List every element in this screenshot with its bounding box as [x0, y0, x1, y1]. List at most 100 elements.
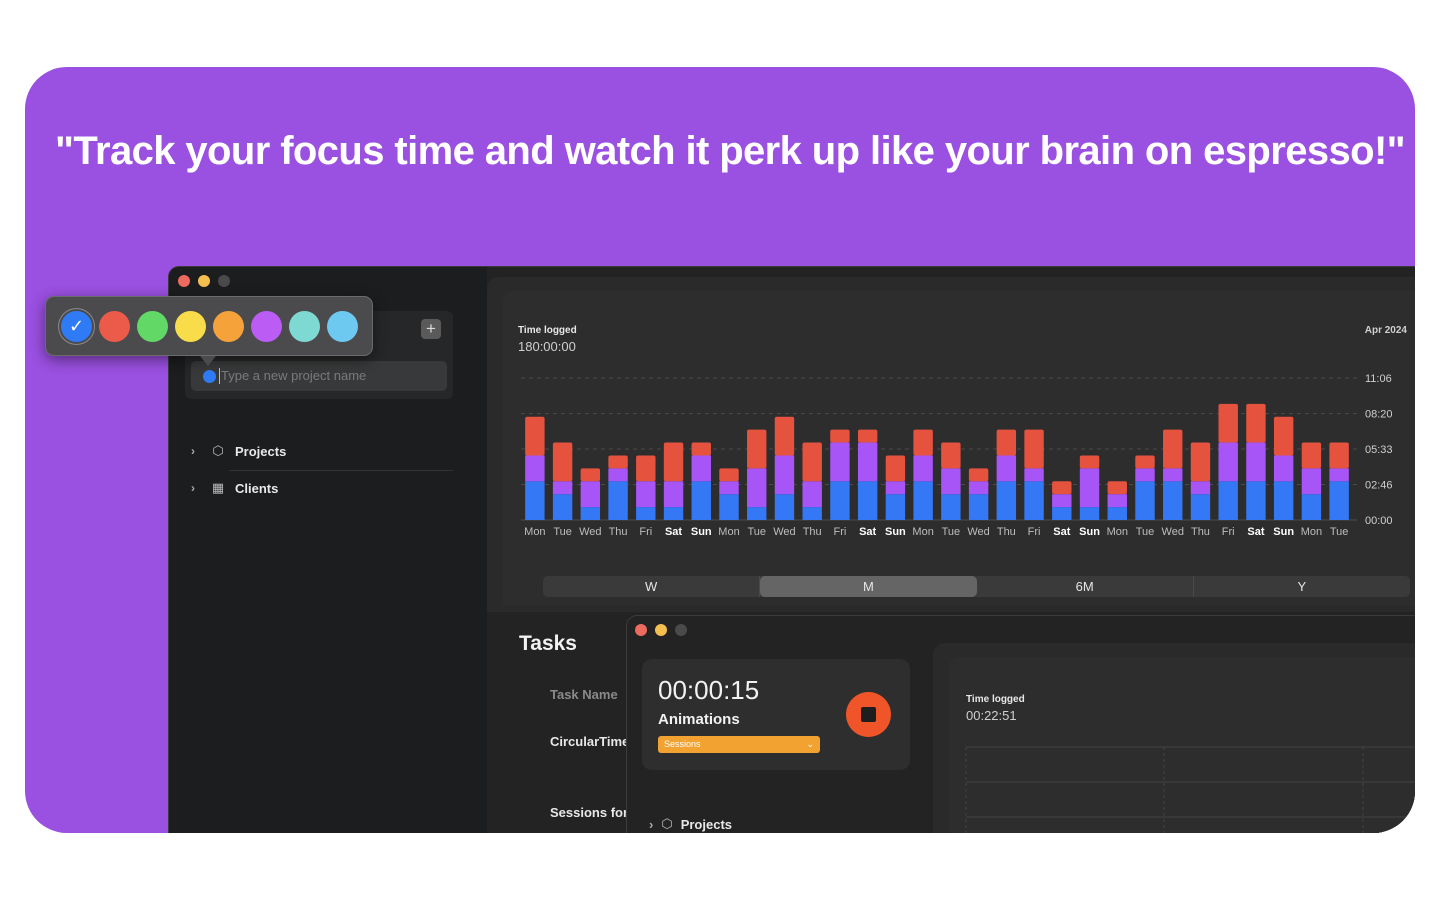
bar-segment [552, 494, 573, 520]
bar-segment [1301, 468, 1322, 495]
sidebar-item-projects[interactable]: › ⬡ Projects [191, 443, 286, 459]
segment-week[interactable]: W [543, 576, 761, 597]
popover-arrow [200, 356, 216, 366]
close-window-button[interactable] [635, 624, 647, 636]
task-row[interactable]: Sessions for [550, 805, 628, 820]
sidebar-item-label: Projects [235, 443, 287, 459]
color-swatch-purple[interactable] [251, 311, 282, 342]
sidebar-item-projects[interactable]: › ⬡ Projects [649, 816, 732, 832]
period-segmented-control[interactable]: W M 6M Y [543, 576, 1410, 597]
project-color-dot[interactable] [203, 370, 216, 383]
bar-segment [1135, 481, 1155, 520]
bar-segment [1079, 455, 1100, 469]
timer-elapsed: 00:00:15 [658, 675, 760, 705]
color-swatch-blue[interactable]: ✓ [61, 311, 92, 342]
bar-segment [608, 468, 628, 482]
bar-segment [1052, 507, 1072, 520]
text-caret [219, 368, 220, 384]
bar-segment [747, 507, 767, 520]
x-tick-label: Sun [1273, 526, 1294, 538]
segment-year[interactable]: Y [1194, 576, 1410, 597]
x-tick-label: Tue [1330, 526, 1349, 538]
bar-segment [830, 481, 850, 520]
bar-segment [1246, 442, 1266, 482]
building-icon: ▦ [211, 480, 225, 495]
bar-segment [1301, 442, 1322, 469]
y-tick-label: 00:00 [1365, 515, 1393, 527]
bar-segment [1079, 507, 1100, 520]
bar-segment [774, 416, 795, 456]
bar-segment [1107, 481, 1127, 495]
headline: "Track your focus time and watch it perk… [55, 129, 1406, 173]
bar-segment [663, 507, 684, 520]
stop-timer-button[interactable] [846, 692, 891, 737]
bar-segment [1190, 481, 1211, 495]
second-chart-grid [965, 746, 1415, 833]
bar-segment [996, 429, 1017, 456]
x-tick-label: Mon [912, 526, 933, 538]
color-swatch-orange[interactable] [213, 311, 244, 342]
bar-segment [941, 494, 961, 520]
x-tick-label: Fri [834, 526, 847, 538]
plus-icon[interactable]: + [421, 319, 441, 339]
chevron-right-icon[interactable]: › [649, 817, 653, 832]
chevron-right-icon[interactable]: › [191, 444, 201, 458]
sessions-dropdown-label: Sessions [664, 739, 701, 749]
color-swatch-green[interactable] [137, 311, 168, 342]
color-swatch-teal[interactable] [289, 311, 320, 342]
bar-segment [857, 442, 878, 482]
bar-chart: 00:00 02:46 05:33 08:20 11:06 Mon Tue Wed Thu Fri… [521, 373, 1393, 538]
close-window-button[interactable] [178, 275, 190, 287]
color-swatch-yellow[interactable] [175, 311, 206, 342]
checkmark-icon: ✓ [68, 316, 85, 336]
bar-segment [1329, 481, 1349, 520]
zoom-window-button[interactable] [675, 624, 687, 636]
new-project-input[interactable]: Type a new project name [191, 361, 447, 391]
x-tick-label: Sat [859, 526, 876, 538]
bar-segment [913, 455, 933, 482]
divider [229, 470, 453, 471]
bar-segment [525, 481, 545, 520]
x-tick-label: Tue [747, 526, 766, 538]
task-name-column-header[interactable]: Task Name [550, 687, 618, 702]
bar-segment [996, 481, 1017, 520]
bar-segment [1024, 429, 1044, 469]
x-tick-label: Sun [1079, 526, 1100, 538]
new-project-placeholder: Type a new project name [221, 368, 367, 383]
bar-segment [830, 442, 850, 482]
bar-segment [1135, 455, 1155, 469]
bar-segment [580, 468, 601, 482]
x-tick-label: Wed [967, 526, 989, 538]
segment-6-months[interactable]: 6M [977, 576, 1194, 597]
task-row[interactable]: CircularTime [550, 734, 629, 749]
zoom-window-button[interactable] [218, 275, 230, 287]
bar-segment [663, 442, 684, 482]
color-swatch-red[interactable] [99, 311, 130, 342]
second-chart-panel: Time logged 00:22:51 [933, 643, 1415, 833]
bar-segment [1190, 442, 1211, 482]
x-tick-label: Thu [803, 526, 822, 538]
minimize-window-button[interactable] [655, 624, 667, 636]
bar-segment [691, 442, 711, 456]
bar-segment [802, 481, 822, 508]
bar-segment [802, 507, 822, 520]
bar-segment [1079, 468, 1100, 508]
y-tick-label: 11:06 [1365, 373, 1392, 385]
segment-month[interactable]: M [760, 576, 977, 597]
bar-segment [1163, 429, 1183, 469]
chart-card: Time logged 180:00:00 Apr 2024 00:00 02:4… [503, 291, 1415, 606]
promo-card: "Track your focus time and watch it perk… [25, 67, 1415, 833]
x-tick-label: Fri [1028, 526, 1041, 538]
bar-segment [968, 481, 989, 495]
chart-panel: Time logged 180:00:00 Apr 2024 00:00 02:4… [487, 277, 1415, 612]
color-swatch-cyan[interactable] [327, 311, 358, 342]
sessions-dropdown[interactable]: Sessions ⌄ [658, 736, 820, 753]
bar-segment [552, 481, 573, 495]
bar-segment [1190, 494, 1211, 520]
bar-segment [1246, 481, 1266, 520]
x-tick-label: Mon [718, 526, 739, 538]
sidebar-item-clients[interactable]: › ▦ Clients [191, 480, 278, 496]
chevron-right-icon[interactable]: › [191, 481, 201, 495]
bar-segment [913, 429, 933, 456]
minimize-window-button[interactable] [198, 275, 210, 287]
